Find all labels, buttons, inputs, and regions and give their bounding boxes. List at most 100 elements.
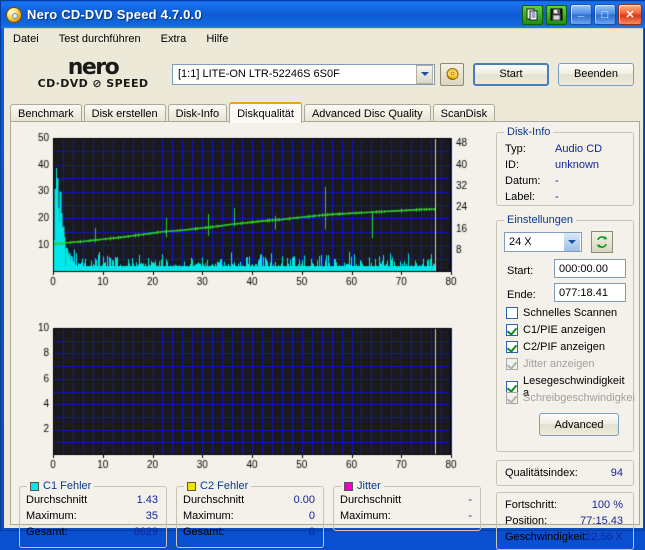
progress-panel: Fortschritt: 100 % Position: 77:15.43 Ge… xyxy=(496,492,634,550)
tab-label: Benchmark xyxy=(18,107,74,120)
chevron-down-icon[interactable] xyxy=(564,233,580,251)
nero-logo: nero CD·DVD ⊘ SPEED xyxy=(22,55,164,90)
c2-total-value: 0 xyxy=(308,526,315,538)
settings-caption: Einstellungen xyxy=(504,214,577,226)
c1-total-label: Gesamt: xyxy=(26,526,68,538)
menu-datei[interactable]: Datei xyxy=(10,32,42,46)
disk-info-caption: Disk-Info xyxy=(504,126,554,138)
tab-label: Disk-Info xyxy=(175,107,220,120)
settings-panel: Einstellungen 24 X Start: 000:00.00 Ende… xyxy=(496,214,635,452)
application-window: Nero CD-DVD Speed 4.7.0.0 _ □ ✕ Datei Te… xyxy=(0,0,645,550)
checkbox-c2-pif-anzeigen[interactable]: C2/PIF anzeigen xyxy=(506,341,605,353)
logo-line-1: nero xyxy=(67,55,120,80)
c2-graph-canvas xyxy=(19,320,489,475)
checkbox-jitter-anzeigen: Jitter anzeigen xyxy=(506,358,595,370)
checkbox-box[interactable] xyxy=(506,324,518,336)
end-time-field[interactable]: 077:18.41 xyxy=(554,283,626,302)
fortschritt-value: 100 % xyxy=(591,499,623,511)
c1-stats-caption: C1 Fehler xyxy=(27,480,95,492)
tab-label: ScanDisk xyxy=(440,107,488,120)
checkbox-label: C2/PIF anzeigen xyxy=(523,341,605,353)
chevron-down-icon[interactable] xyxy=(416,64,433,84)
checkbox-c1-pie-anzeigen[interactable]: C1/PIE anzeigen xyxy=(506,324,606,336)
c1-error-stats-panel: C1 Fehler Durchschnitt 1.43 Maximum: 35 … xyxy=(19,480,167,548)
disk-info-datum-label: Datum: xyxy=(505,175,541,187)
close-button[interactable]: ✕ xyxy=(618,4,642,25)
floppy-disk-icon[interactable] xyxy=(546,4,567,25)
c2-color-swatch xyxy=(187,481,196,491)
client-area: Datei Test durchführen Extra Hilfe nero … xyxy=(4,28,643,550)
c1-max-value: 35 xyxy=(145,510,158,522)
tab-disk-erstellen[interactable]: Disk erstellen xyxy=(83,104,166,122)
jitter-stats-caption-label: Jitter xyxy=(357,480,381,492)
tab-page-diskqualitaet: Disk-Info Typ: Audio CD ID: unknown Datu… xyxy=(10,121,640,550)
disk-info-typ-label: Typ: xyxy=(505,143,526,155)
checkbox-label: Schnelles Scannen xyxy=(523,307,618,319)
jitter-max-value: - xyxy=(468,510,472,522)
disk-info-id-value: unknown xyxy=(555,159,600,171)
checkbox-label: Jitter anzeigen xyxy=(523,358,595,370)
checkbox-box[interactable] xyxy=(506,307,518,319)
end-time-label: Ende: xyxy=(507,289,536,301)
tab-disk-info[interactable]: Disk-Info xyxy=(167,104,228,122)
c2-error-stats-panel: C2 Fehler Durchschnitt 0.00 Maximum: 0 G… xyxy=(176,480,324,548)
advanced-button[interactable]: Advanced xyxy=(539,413,619,436)
c2-max-label: Maximum: xyxy=(183,510,234,522)
jitter-stats-panel: Jitter Durchschnitt - Maximum: - xyxy=(333,480,481,531)
geschwindigkeit-value: 22.56 X xyxy=(585,531,623,543)
c1-graph-canvas xyxy=(19,130,489,292)
window-title: Nero CD-DVD Speed 4.7.0.0 xyxy=(27,7,202,22)
cd-disc-icon xyxy=(6,6,22,23)
speed-select[interactable]: 24 X xyxy=(504,232,582,252)
checkbox-label: C1/PIE anzeigen xyxy=(523,324,606,336)
c1-avg-label: Durchschnitt xyxy=(26,494,88,506)
checkbox-schreibgeschwindigkeit: Schreibgeschwindigkei xyxy=(506,392,635,404)
menu-hilfe[interactable]: Hilfe xyxy=(203,32,231,46)
minimize-button[interactable]: _ xyxy=(570,4,592,25)
start-button-label: Start xyxy=(499,68,523,80)
refresh-speed-button[interactable] xyxy=(591,231,613,253)
checkbox-box xyxy=(506,392,518,404)
checkbox-schnelles-scannen[interactable]: Schnelles Scannen xyxy=(506,307,617,319)
c1-color-swatch xyxy=(30,481,39,491)
start-time-field[interactable]: 000:00.00 xyxy=(554,259,626,278)
maximize-button[interactable]: □ xyxy=(594,4,616,25)
end-time-value: 077:18.41 xyxy=(559,286,608,299)
c2-total-label: Gesamt: xyxy=(183,526,225,538)
minimize-glyph: _ xyxy=(577,5,585,18)
start-button[interactable]: Start xyxy=(473,62,549,86)
clipboard-copy-icon[interactable] xyxy=(522,4,543,25)
quality-index-value: 94 xyxy=(610,467,623,479)
disk-info-panel: Disk-Info Typ: Audio CD ID: unknown Datu… xyxy=(496,126,634,206)
tab-label: Diskqualität xyxy=(237,107,294,120)
tab-scandisk[interactable]: ScanDisk xyxy=(432,104,496,122)
drive-select-value: [1:1] LITE-ON LTR-52246S 6S0F xyxy=(178,68,340,80)
jitter-avg-value: - xyxy=(468,494,472,506)
tab-diskqualitaet[interactable]: Diskqualität xyxy=(229,102,302,123)
disk-info-label-value: - xyxy=(555,191,559,203)
c1-avg-value: 1.43 xyxy=(136,494,158,506)
geschwindigkeit-label: Geschwindigkeit: xyxy=(505,531,589,543)
disk-info-label-label: Label: xyxy=(505,191,535,203)
jitter-color-swatch xyxy=(344,481,353,491)
menu-extra[interactable]: Extra xyxy=(158,32,190,46)
menu-test-durchfuehren[interactable]: Test durchführen xyxy=(56,32,144,46)
c2-avg-value: 0.00 xyxy=(293,494,315,506)
quality-index-panel: Qualitätsindex: 94 xyxy=(496,460,634,486)
tab-benchmark[interactable]: Benchmark xyxy=(10,104,82,122)
tab-bar: Benchmark Disk erstellen Disk-Info Diskq… xyxy=(10,102,642,123)
c1-stats-caption-label: C1 Fehler xyxy=(43,480,92,492)
start-time-value: 000:00.00 xyxy=(559,262,608,275)
c2-error-graph xyxy=(19,320,489,475)
c1-error-and-speed-graph xyxy=(19,130,489,292)
quit-button[interactable]: Beenden xyxy=(558,62,634,86)
disk-info-id-label: ID: xyxy=(505,159,520,171)
refresh-drive-button[interactable] xyxy=(440,62,464,86)
tab-advanced-disc-quality[interactable]: Advanced Disc Quality xyxy=(303,104,431,122)
jitter-stats-caption: Jitter xyxy=(341,480,384,492)
hand-disc-icon xyxy=(446,67,458,80)
tab-label: Disk erstellen xyxy=(91,107,158,120)
speed-select-value: 24 X xyxy=(509,236,532,248)
checkbox-box[interactable] xyxy=(506,341,518,353)
drive-select[interactable]: [1:1] LITE-ON LTR-52246S 6S0F xyxy=(172,63,435,85)
